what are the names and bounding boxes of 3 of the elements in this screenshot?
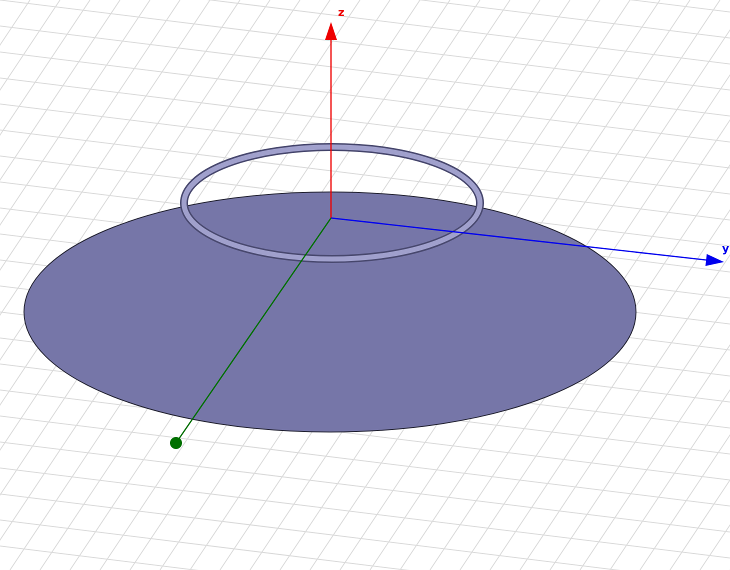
3d-viewport[interactable]: z y: [0, 0, 730, 570]
axis-label: z: [338, 6, 344, 19]
axis-label: y: [722, 242, 730, 255]
